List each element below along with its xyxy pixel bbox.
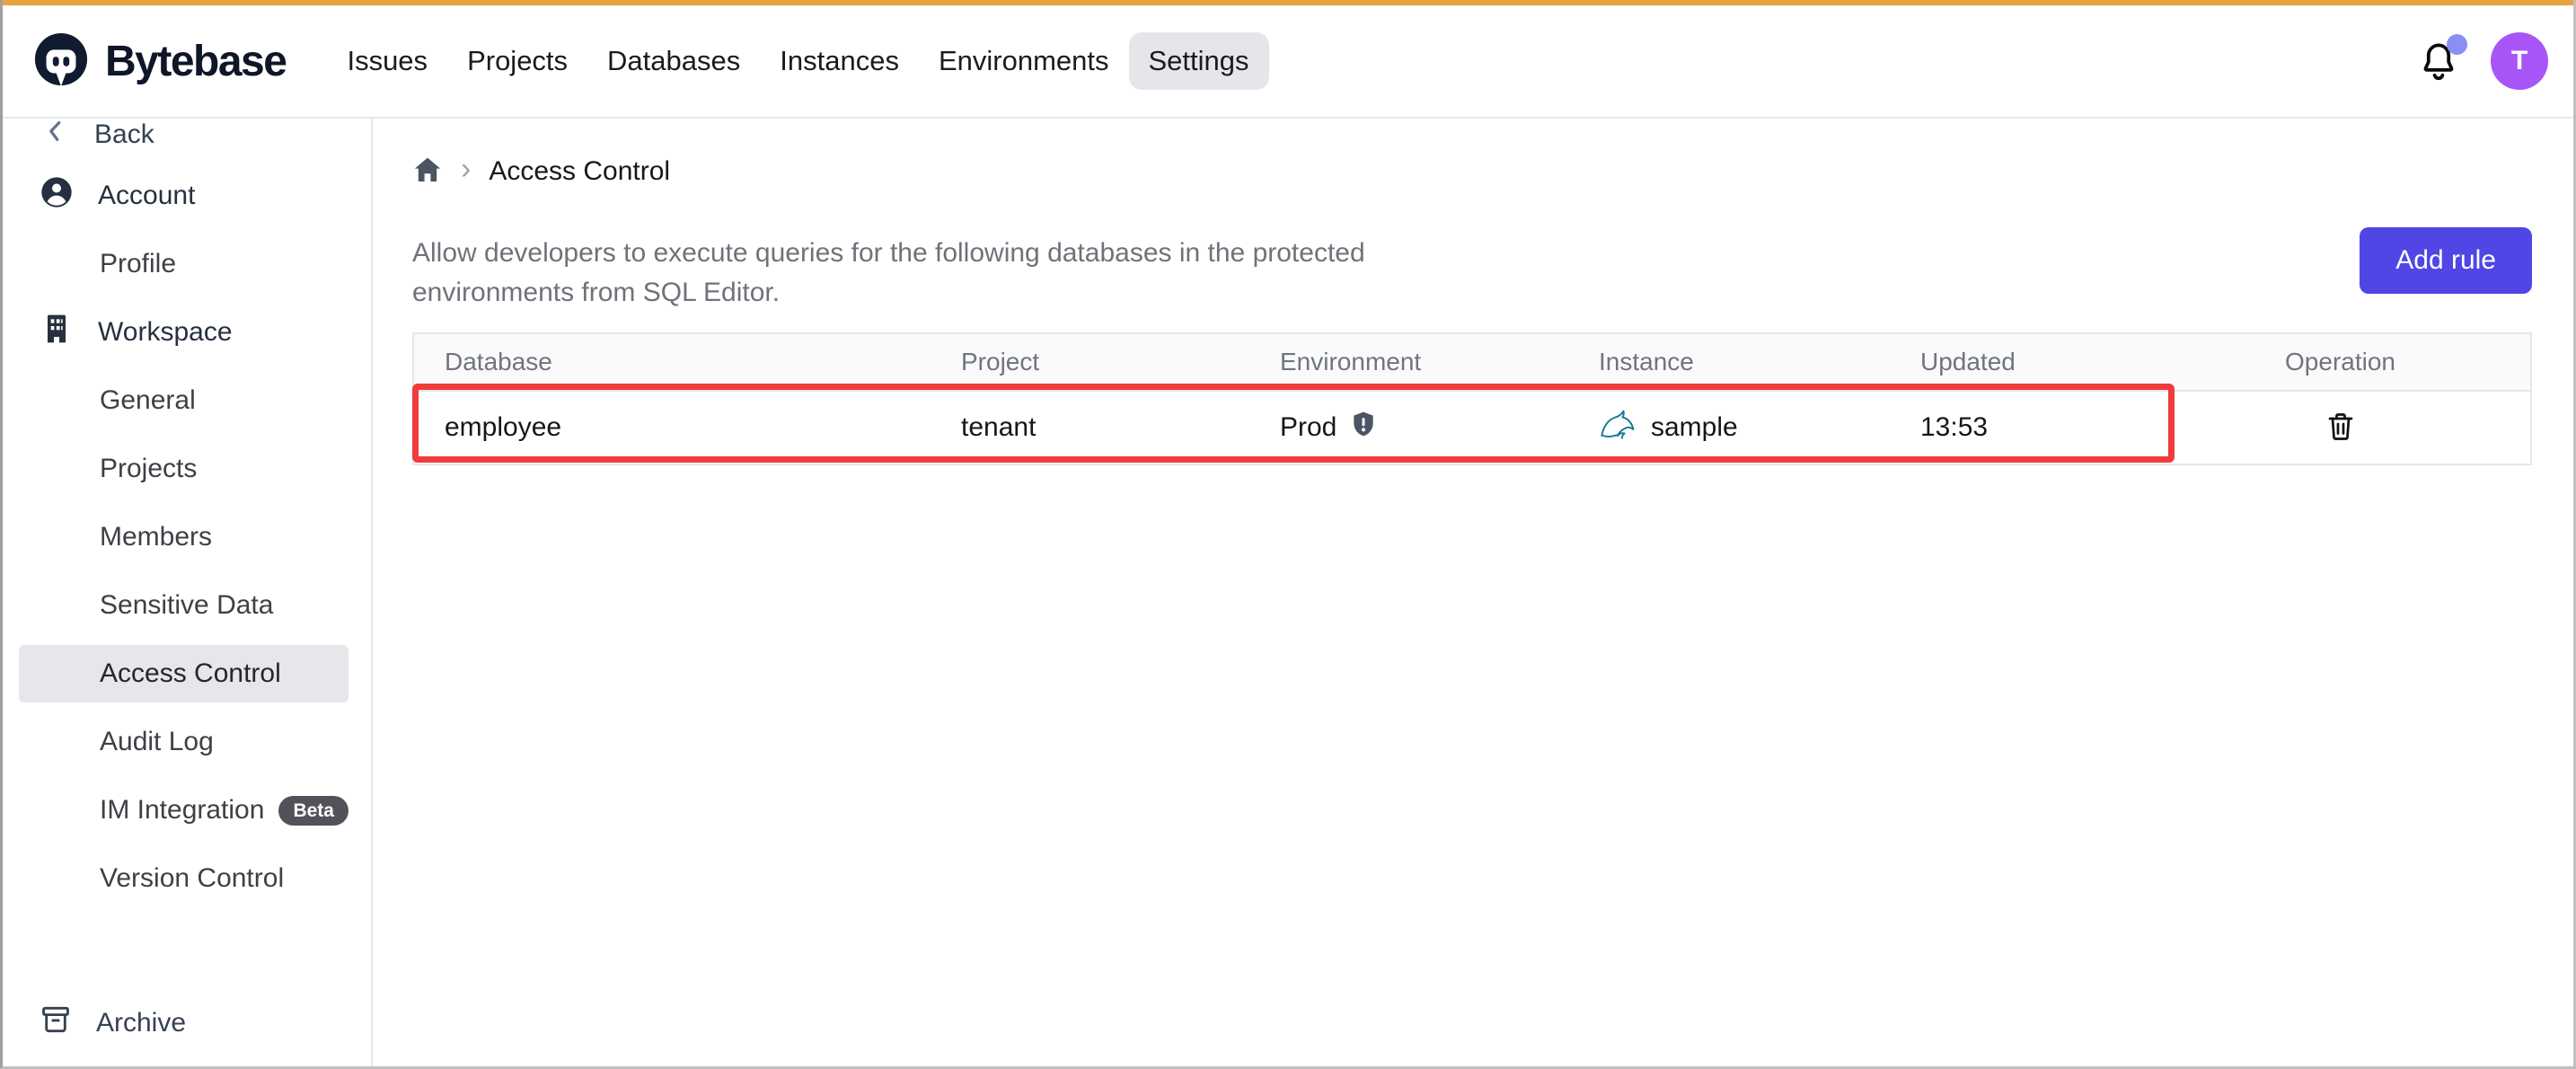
brand-logo[interactable]: Bytebase	[33, 31, 286, 92]
sidebar-section-label: Account	[98, 181, 195, 211]
back-button[interactable]: Back	[3, 119, 371, 162]
add-rule-button[interactable]: Add rule	[2360, 227, 2532, 294]
nav-item-databases[interactable]: Databases	[587, 32, 760, 90]
sidebar-item-label: IM Integration	[100, 795, 264, 826]
cell-environment: Prod	[1249, 410, 1568, 446]
delete-rule-button[interactable]	[2325, 411, 2357, 446]
top-navbar: Bytebase Issues Projects Databases Insta…	[3, 5, 2573, 119]
chevron-left-icon	[42, 119, 69, 152]
cell-operation	[2150, 411, 2530, 446]
chevron-right-icon: ›	[461, 154, 471, 184]
nav-item-projects[interactable]: Projects	[447, 32, 587, 90]
sidebar-item-archive[interactable]: Archive	[3, 998, 186, 1048]
environment-name: Prod	[1280, 412, 1337, 443]
sidebar-item-members[interactable]: Members	[3, 503, 371, 571]
cell-updated: 13:53	[1890, 412, 2150, 443]
sidebar-item-sensitive-data[interactable]: Sensitive Data	[3, 571, 371, 640]
back-label: Back	[94, 119, 154, 150]
header-right: T	[2417, 32, 2548, 90]
trash-icon	[2325, 411, 2357, 446]
avatar[interactable]: T	[2491, 32, 2548, 90]
column-header-instance: Instance	[1568, 348, 1890, 376]
beta-badge: Beta	[278, 796, 348, 826]
notifications-button[interactable]	[2417, 40, 2460, 83]
nav-item-environments[interactable]: Environments	[919, 32, 1129, 90]
sidebar-item-im-integration[interactable]: IM Integration Beta	[3, 776, 371, 844]
home-icon[interactable]	[412, 155, 443, 190]
access-rules-table: Database Project Environment Instance Up…	[412, 332, 2532, 465]
sidebar-item-version-control[interactable]: Version Control	[3, 844, 371, 913]
sidebar-item-projects[interactable]: Projects	[3, 435, 371, 503]
bell-icon	[2417, 71, 2460, 86]
column-header-operation: Operation	[2150, 348, 2530, 376]
sidebar-item-audit-log[interactable]: Audit Log	[3, 708, 371, 776]
shield-exclamation-icon	[1349, 410, 1378, 446]
sidebar-item-access-control[interactable]: Access Control	[19, 645, 348, 702]
sidebar-item-profile[interactable]: Profile	[3, 230, 371, 298]
nav-item-issues[interactable]: Issues	[327, 32, 447, 90]
sidebar-item-general[interactable]: General	[3, 367, 371, 435]
table-row[interactable]: employee tenant Prod	[414, 392, 2530, 464]
breadcrumb: › Access Control	[412, 153, 2532, 190]
table-header-row: Database Project Environment Instance Up…	[414, 334, 2530, 392]
main-nav: Issues Projects Databases Instances Envi…	[327, 32, 1268, 90]
column-header-updated: Updated	[1890, 348, 2150, 376]
nav-item-instances[interactable]: Instances	[760, 32, 919, 90]
account-circle-icon	[39, 174, 75, 217]
page-description: Allow developers to execute queries for …	[412, 234, 1481, 313]
sidebar-section-workspace: Workspace	[3, 298, 371, 367]
nav-item-settings[interactable]: Settings	[1129, 32, 1269, 90]
instance-name: sample	[1651, 412, 1738, 443]
archive-label: Archive	[96, 1008, 186, 1038]
app-body: Back Account Profile	[3, 119, 2573, 1066]
main-content: › Access Control Allow developers to exe…	[373, 119, 2573, 1066]
cell-instance: sample	[1568, 409, 1890, 446]
brand-name: Bytebase	[105, 37, 286, 86]
column-header-database: Database	[414, 348, 931, 376]
sidebar-section-account: Account	[3, 162, 371, 230]
archive-icon	[39, 1003, 73, 1044]
sidebar-section-label: Workspace	[98, 317, 233, 348]
settings-sidebar: Back Account Profile	[3, 119, 373, 1066]
mysql-icon	[1599, 409, 1638, 446]
building-icon	[39, 311, 75, 354]
breadcrumb-current: Access Control	[489, 156, 670, 187]
column-header-project: Project	[931, 348, 1249, 376]
cell-database: employee	[414, 412, 931, 443]
cell-project: tenant	[931, 412, 1249, 443]
column-header-environment: Environment	[1249, 348, 1568, 376]
bytebase-logo-icon	[33, 31, 89, 92]
bytebase-app-window: Bytebase Issues Projects Databases Insta…	[0, 0, 2576, 1069]
notification-dot	[2447, 34, 2467, 55]
